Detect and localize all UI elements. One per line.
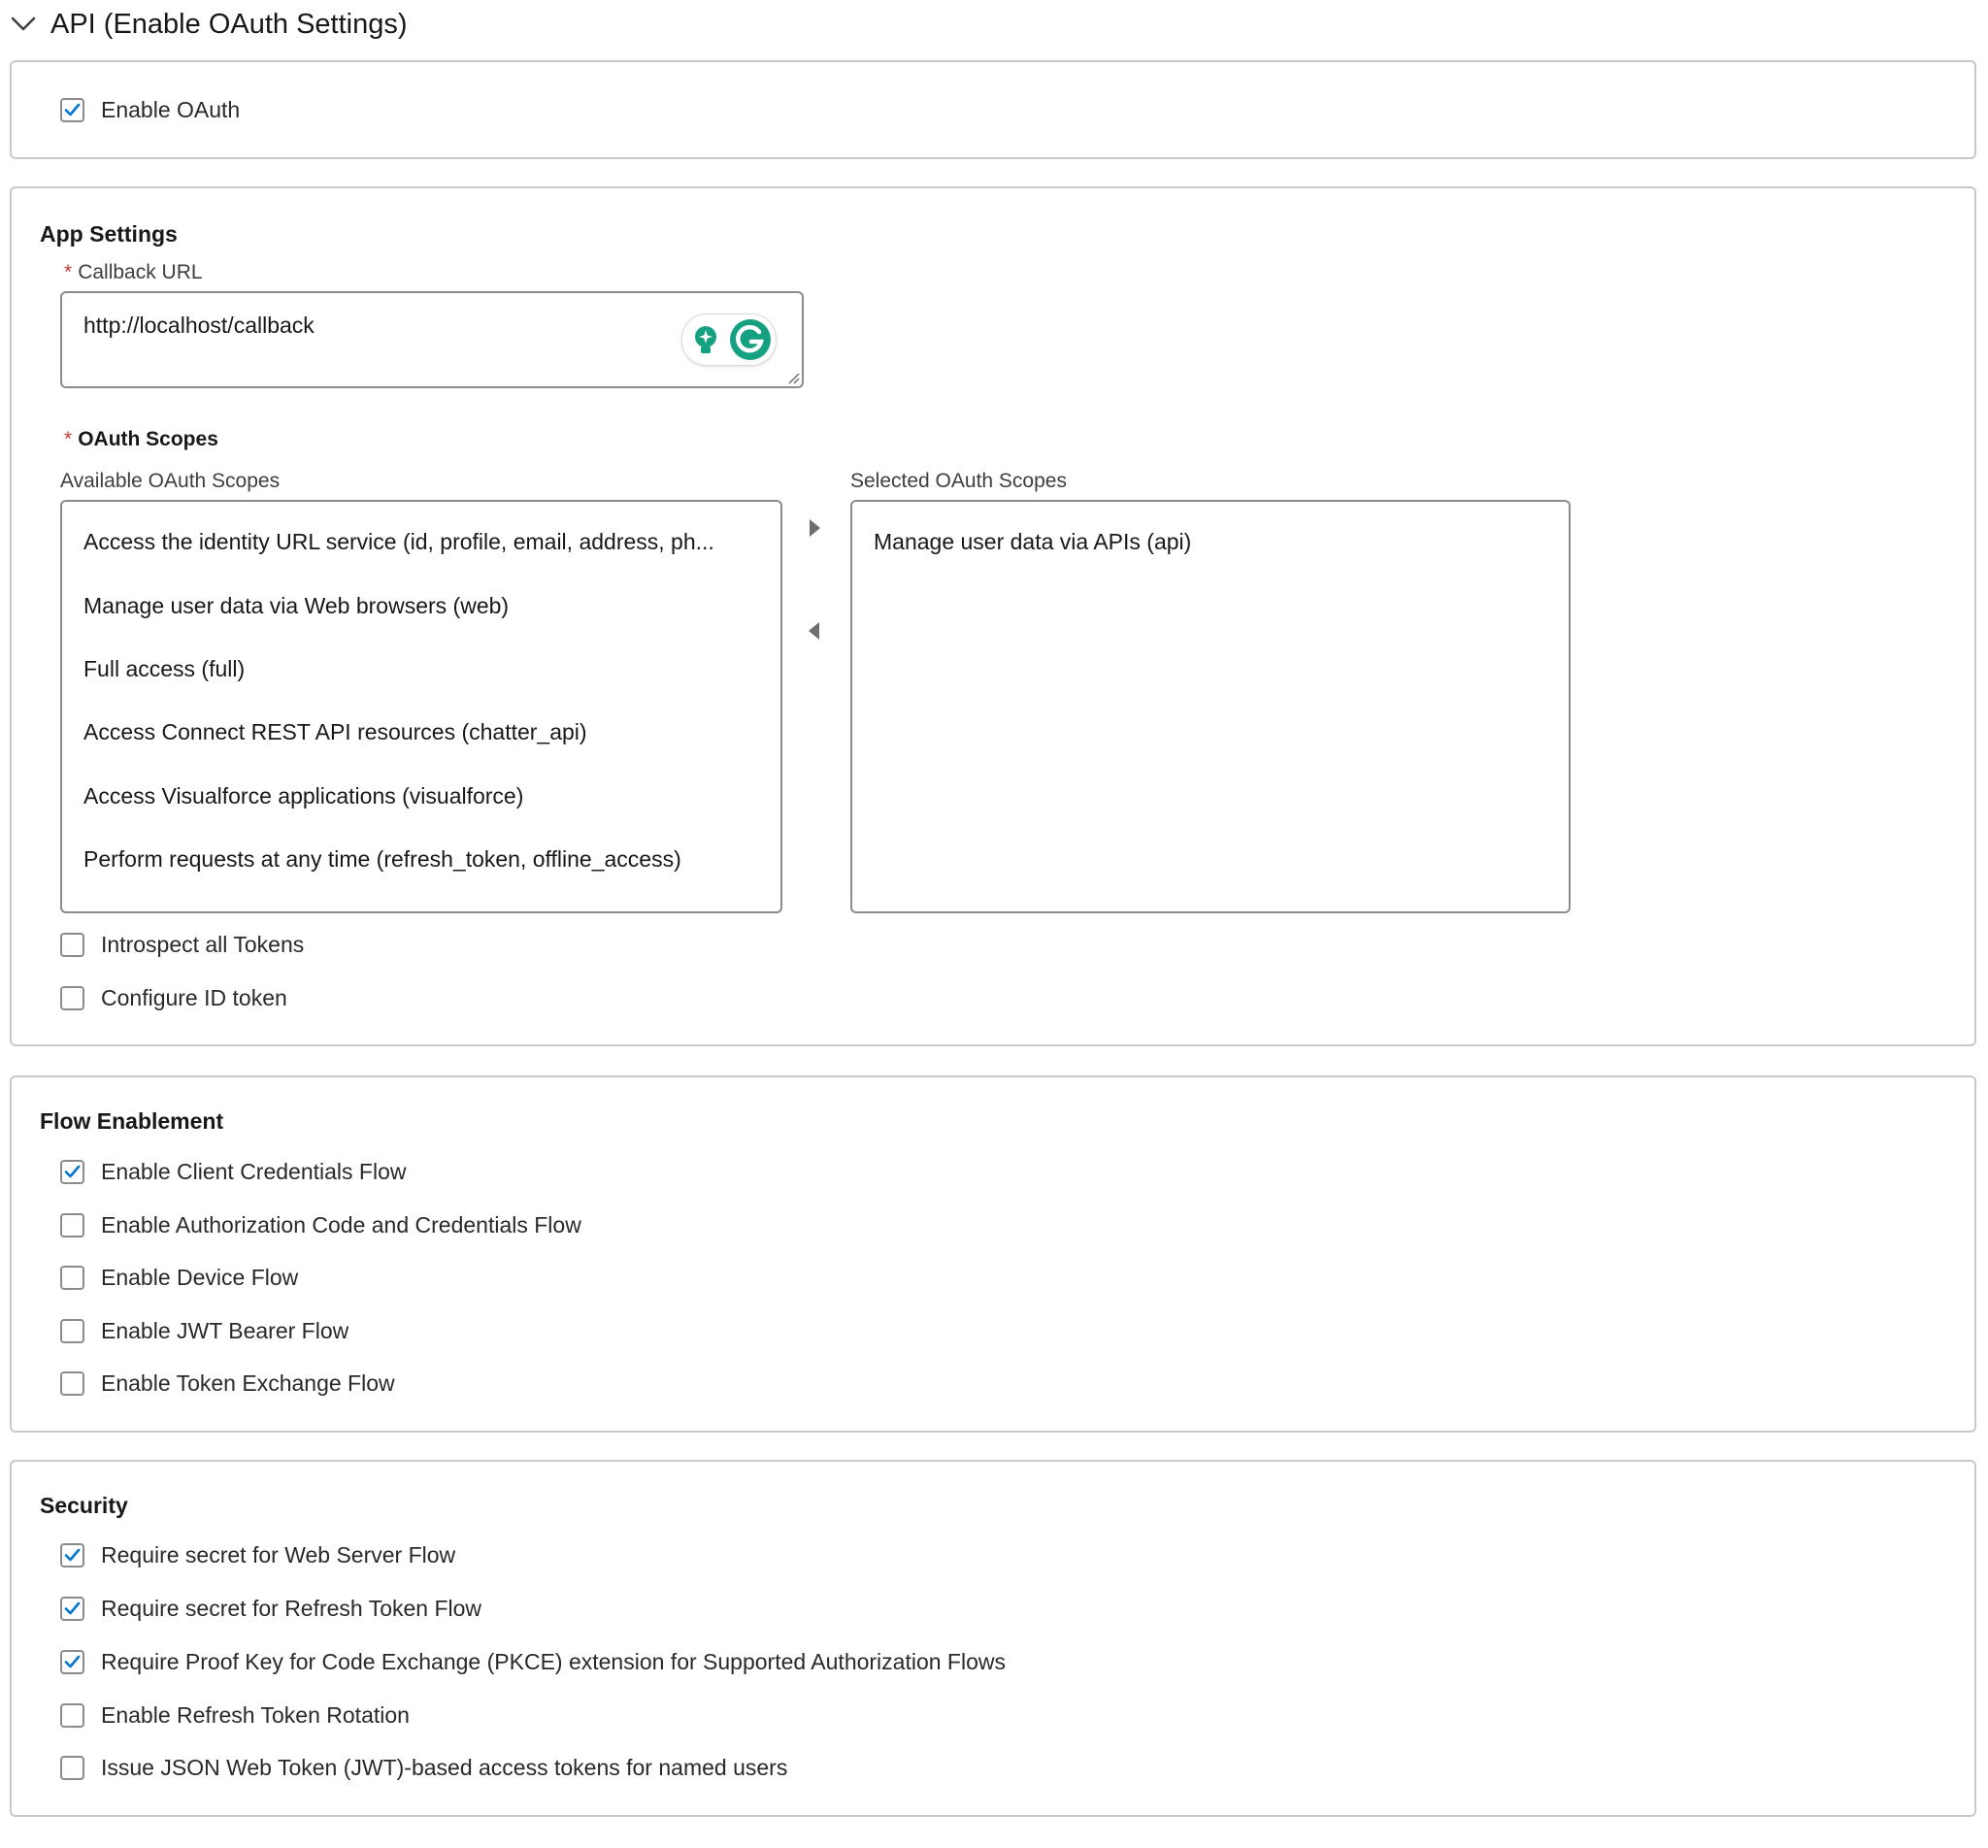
list-item[interactable]: Access Connect REST API resources (chatt… [83, 719, 587, 745]
checkbox-label: Enable JWT Bearer Flow [101, 1317, 349, 1343]
checkbox-unchecked[interactable] [60, 985, 84, 1010]
lightbulb-icon[interactable] [690, 324, 721, 355]
token-exchange-checkbox[interactable]: Enable Token Exchange Flow [60, 1369, 395, 1398]
available-scopes-listbox[interactable]: Access the identity URL service (id, pro… [60, 500, 782, 913]
pkce-checkbox[interactable]: Require Proof Key for Code Exchange (PKC… [60, 1647, 1006, 1676]
checkbox-label: Enable Refresh Token Rotation [101, 1701, 410, 1728]
checkbox-label: Require secret for Web Server Flow [101, 1541, 456, 1568]
checkbox-checked[interactable] [60, 97, 84, 122]
section-title: API (Enable OAuth Settings) [50, 8, 408, 40]
checkbox-unchecked[interactable] [60, 1702, 84, 1728]
list-item[interactable]: Full access (full) [83, 656, 245, 682]
checkbox-label: Enable Client Credentials Flow [101, 1158, 407, 1184]
checkbox-label: Issue JSON Web Token (JWT)-based access … [101, 1754, 788, 1780]
checkbox-unchecked[interactable] [60, 1370, 84, 1396]
enable-oauth-card: Enable OAuth [10, 60, 1976, 159]
checkbox-label: Enable Authorization Code and Credential… [101, 1211, 581, 1238]
checkbox-unchecked[interactable] [60, 1755, 84, 1780]
arrow-right-icon [810, 519, 820, 537]
checkbox-label: Enable OAuth [101, 96, 241, 122]
checkbox-label: Introspect all Tokens [101, 931, 305, 957]
enable-oauth-checkbox[interactable]: Enable OAuth [60, 95, 240, 124]
checkbox-label: Configure ID token [101, 984, 287, 1010]
available-scopes-label: Available OAuth Scopes [60, 470, 281, 492]
callback-url-value: http://localhost/callback [83, 313, 315, 338]
checkbox-label: Enable Device Flow [101, 1264, 299, 1290]
grammarly-icon[interactable] [729, 318, 772, 361]
callback-url-label-text: Callback URL [78, 261, 203, 283]
auth-code-credentials-checkbox[interactable]: Enable Authorization Code and Credential… [60, 1210, 581, 1239]
refresh-token-rotation-checkbox[interactable]: Enable Refresh Token Rotation [60, 1700, 410, 1730]
oauth-scopes-label: * OAuth Scopes [64, 428, 218, 451]
checkbox-checked[interactable] [60, 1596, 84, 1621]
required-mark: * [64, 428, 73, 450]
list-item[interactable]: Manage user data via Web browsers (web) [83, 593, 509, 619]
checkbox-checked[interactable] [60, 1649, 84, 1674]
checkbox-unchecked[interactable] [60, 1212, 84, 1238]
secret-refresh-token-checkbox[interactable]: Require secret for Refresh Token Flow [60, 1594, 481, 1623]
flow-enablement-card: Flow Enablement Enable Client Credential… [10, 1075, 1976, 1433]
required-mark: * [64, 261, 73, 283]
secret-web-server-checkbox[interactable]: Require secret for Web Server Flow [60, 1540, 455, 1569]
client-credentials-checkbox[interactable]: Enable Client Credentials Flow [60, 1157, 407, 1186]
security-title: Security [40, 1493, 128, 1518]
resize-handle-icon[interactable] [786, 371, 800, 384]
checkbox-label: Require Proof Key for Code Exchange (PKC… [101, 1648, 1006, 1674]
list-item[interactable]: Perform requests at any time (refresh_to… [83, 846, 681, 873]
oauth-scopes-label-text: OAuth Scopes [78, 428, 218, 450]
list-item[interactable]: Access the identity URL service (id, pro… [83, 529, 714, 555]
list-item[interactable]: Access Visualforce applications (visualf… [83, 783, 523, 809]
checkbox-unchecked[interactable] [60, 1318, 84, 1343]
introspect-tokens-checkbox[interactable]: Introspect all Tokens [60, 930, 304, 959]
chevron-down-icon [10, 11, 37, 38]
jwt-access-tokens-checkbox[interactable]: Issue JSON Web Token (JWT)-based access … [60, 1753, 787, 1782]
checkbox-unchecked[interactable] [60, 932, 84, 957]
checkbox-label: Enable Token Exchange Flow [101, 1370, 395, 1396]
list-item[interactable]: Manage user data via APIs (api) [874, 529, 1191, 555]
app-settings-card: App Settings * Callback URL http://localh… [10, 186, 1976, 1046]
move-right-button[interactable] [800, 513, 829, 543]
arrow-left-icon [809, 622, 819, 640]
flow-enablement-title: Flow Enablement [40, 1108, 224, 1134]
checkbox-unchecked[interactable] [60, 1265, 84, 1290]
jwt-bearer-checkbox[interactable]: Enable JWT Bearer Flow [60, 1316, 348, 1345]
configure-id-token-checkbox[interactable]: Configure ID token [60, 983, 287, 1012]
callback-url-input[interactable]: http://localhost/callback [60, 291, 804, 388]
checkbox-label: Require secret for Refresh Token Flow [101, 1595, 482, 1621]
selected-scopes-label: Selected OAuth Scopes [850, 470, 1067, 492]
move-left-button[interactable] [800, 616, 829, 645]
selected-scopes-listbox[interactable]: Manage user data via APIs (api) [850, 500, 1571, 913]
app-settings-title: App Settings [40, 221, 178, 247]
section-header-toggle[interactable]: API (Enable OAuth Settings) [10, 0, 1175, 49]
security-card: Security Require secret for Web Server F… [10, 1460, 1976, 1817]
checkbox-checked[interactable] [60, 1159, 84, 1184]
callback-url-label: * Callback URL [64, 261, 203, 284]
checkbox-checked[interactable] [60, 1542, 84, 1568]
grammarly-widget[interactable] [681, 314, 777, 366]
device-flow-checkbox[interactable]: Enable Device Flow [60, 1263, 298, 1292]
